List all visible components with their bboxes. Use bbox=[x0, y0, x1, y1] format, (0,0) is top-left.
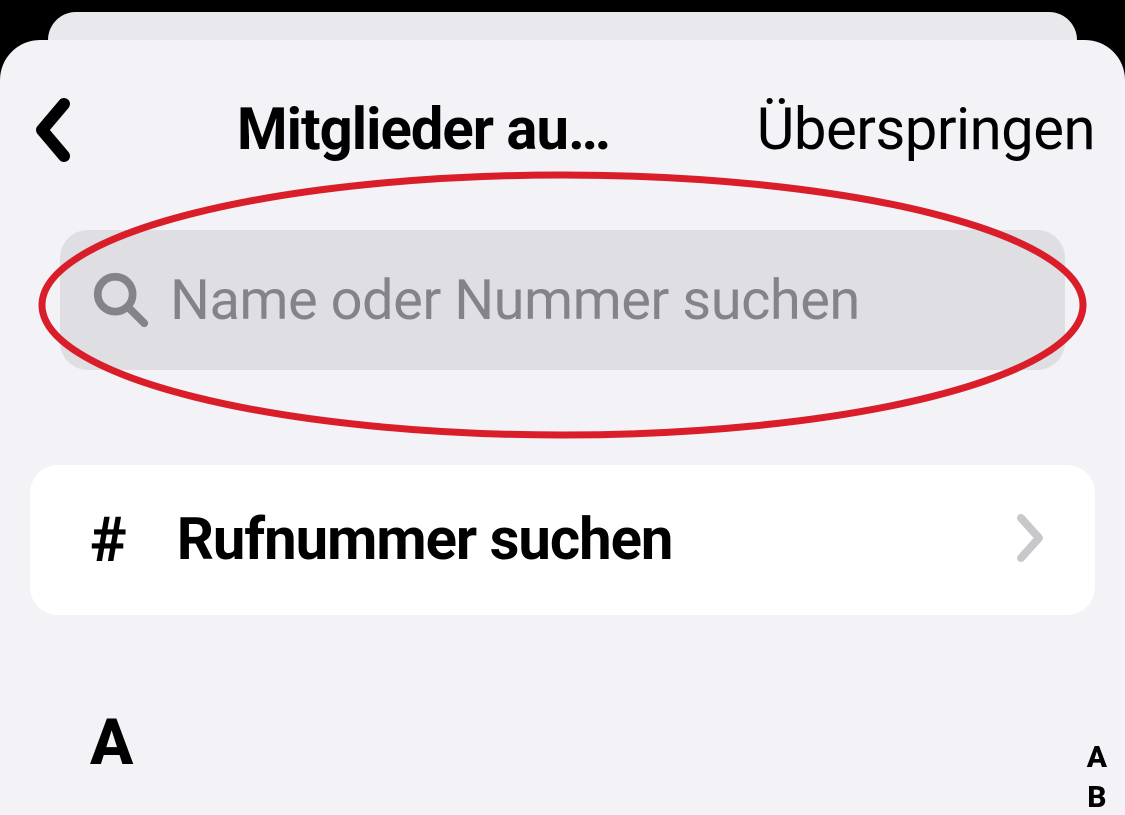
header: Mitglieder au… Überspringen bbox=[0, 70, 1125, 190]
hash-icon: # bbox=[90, 504, 127, 577]
alphabet-index[interactable]: A B bbox=[1087, 740, 1107, 815]
search-icon bbox=[90, 269, 152, 331]
section-header: A bbox=[90, 705, 1125, 780]
index-letter[interactable]: B bbox=[1087, 780, 1106, 815]
modal-sheet: Mitglieder au… Überspringen # Rufnummer … bbox=[0, 40, 1125, 815]
phone-row-label: Rufnummer suchen bbox=[177, 506, 1015, 574]
search-container bbox=[60, 230, 1065, 370]
index-letter[interactable]: A bbox=[1087, 740, 1107, 775]
chevron-right-icon bbox=[1015, 512, 1045, 568]
chevron-left-icon bbox=[30, 96, 74, 164]
search-input[interactable] bbox=[170, 267, 1035, 333]
page-title: Mitglieder au… bbox=[90, 96, 757, 164]
skip-button[interactable]: Überspringen bbox=[757, 96, 1095, 164]
back-button[interactable] bbox=[30, 100, 90, 160]
search-phone-number-row[interactable]: # Rufnummer suchen bbox=[30, 465, 1095, 615]
search-bar[interactable] bbox=[60, 230, 1065, 370]
